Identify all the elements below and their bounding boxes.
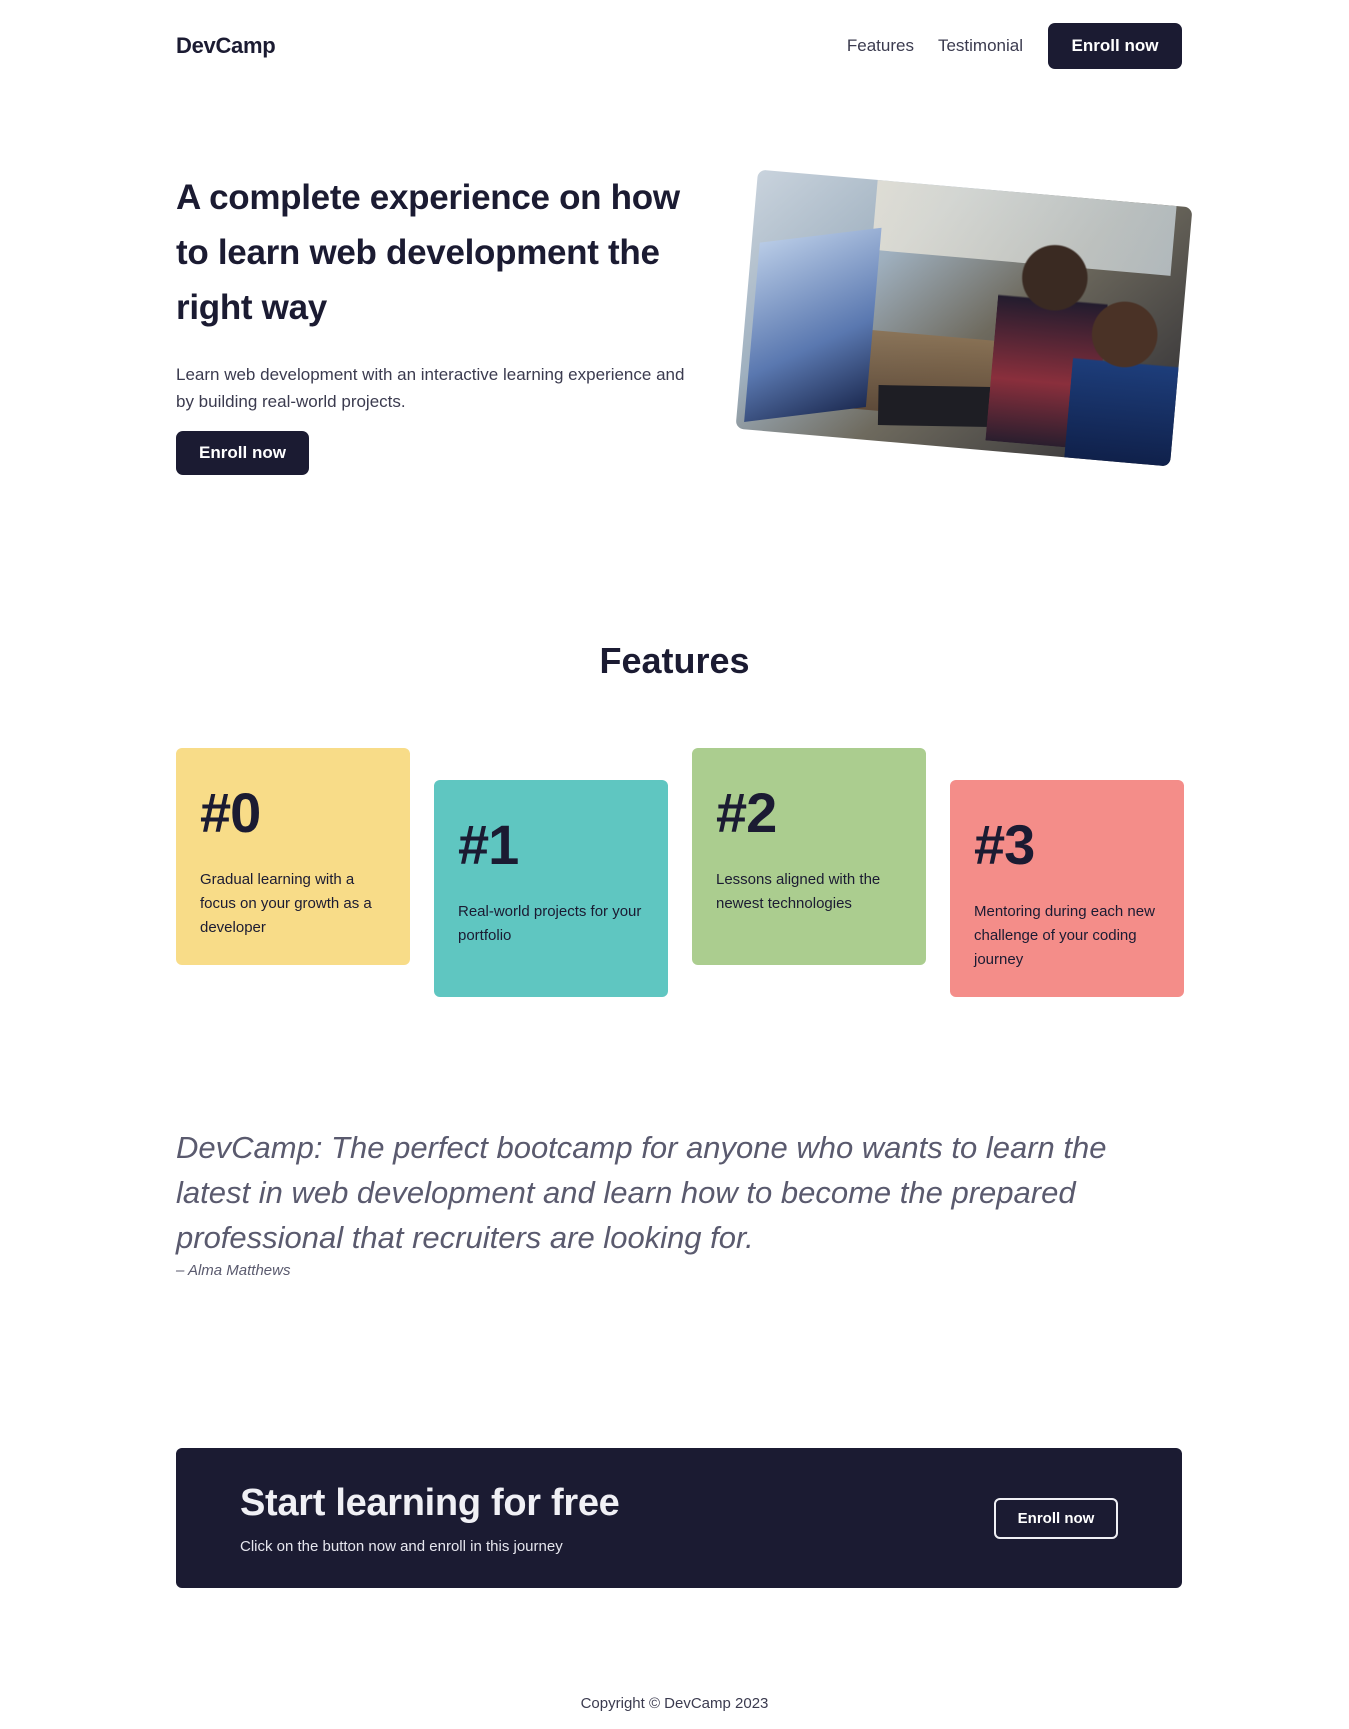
testimonial-author: – Alma Matthews xyxy=(176,1262,291,1279)
cta-enroll-button[interactable]: Enroll now xyxy=(994,1498,1118,1539)
main-nav: Features Testimonial Enroll now xyxy=(847,23,1182,69)
feature-card-2: #2 Lessons aligned with the newest techn… xyxy=(692,748,926,965)
feature-number: #1 xyxy=(458,813,519,876)
nav-link-features[interactable]: Features xyxy=(847,36,914,56)
photo-person-man xyxy=(1063,292,1189,467)
hero-text: A complete experience on how to learn we… xyxy=(176,170,696,415)
feature-number: #2 xyxy=(716,781,777,844)
nav-link-testimonial[interactable]: Testimonial xyxy=(938,36,1023,56)
hero-subtitle: Learn web development with an interactiv… xyxy=(176,365,685,411)
feature-number: #0 xyxy=(200,781,261,844)
footer-copyright: Copyright © DevCamp 2023 xyxy=(580,1695,769,1712)
feature-number: #3 xyxy=(974,813,1035,876)
feature-card-3: #3 Mentoring during each new challenge o… xyxy=(950,780,1184,997)
photo-keyboard xyxy=(877,385,999,428)
feature-card-0: #0 Gradual learning with a focus on your… xyxy=(176,748,410,965)
feature-text: Mentoring during each new challenge of y… xyxy=(974,903,1155,968)
features-title: Features xyxy=(599,640,750,681)
site-header: DevCamp Features Testimonial Enroll now xyxy=(176,23,1182,69)
feature-text: Lessons aligned with the newest technolo… xyxy=(716,871,881,912)
cta-title: Start learning for free xyxy=(240,1482,620,1524)
hero-enroll-button[interactable]: Enroll now xyxy=(176,431,309,475)
photo-monitor xyxy=(744,227,882,422)
hero-photo xyxy=(735,169,1193,467)
hero-title: A complete experience on how to learn we… xyxy=(176,178,680,327)
logo[interactable]: DevCamp xyxy=(176,33,276,59)
testimonial-quote: DevCamp: The perfect bootcamp for anyone… xyxy=(176,1130,1107,1255)
feature-text: Gradual learning with a focus on your gr… xyxy=(200,871,372,936)
cta-subtitle: Click on the button now and enroll in th… xyxy=(240,1538,563,1555)
feature-text: Real-world projects for your portfolio xyxy=(458,903,642,944)
feature-card-1: #1 Real-world projects for your portfoli… xyxy=(434,780,668,997)
cta-banner: Start learning for free Click on the but… xyxy=(176,1448,1182,1588)
header-enroll-button[interactable]: Enroll now xyxy=(1048,23,1182,69)
